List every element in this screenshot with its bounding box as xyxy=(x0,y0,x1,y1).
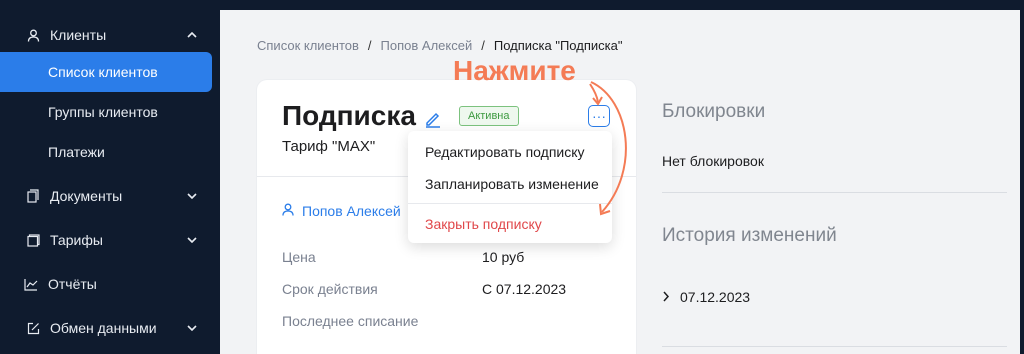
user-icon xyxy=(282,203,294,219)
no-blocks-text: Нет блокировок xyxy=(662,153,764,169)
more-actions-button[interactable]: ··· xyxy=(588,105,610,127)
sidebar-item-label: Клиенты xyxy=(50,27,107,43)
sidebar-item-data-exchange[interactable]: Обмен данными xyxy=(0,308,220,348)
chevron-down-icon xyxy=(186,190,198,202)
chevron-down-icon xyxy=(186,322,198,334)
blocks-title: Блокировки xyxy=(662,101,766,122)
page-title: Подписка xyxy=(282,100,416,131)
sidebar-item-reports[interactable]: Отчёты xyxy=(0,264,220,304)
sidebar-item-tariffs[interactable]: Тарифы xyxy=(0,220,220,260)
sidebar: Клиенты Список клиентов Группы клиентов … xyxy=(0,0,220,354)
history-title: История изменений xyxy=(662,225,837,246)
history-row[interactable]: 07.12.2023 xyxy=(662,289,750,305)
breadcrumb: Список клиентов / Попов Алексей / Подпис… xyxy=(257,38,622,53)
sidebar-subitem-client-groups[interactable]: Группы клиентов xyxy=(0,92,220,132)
field-label-last-charge: Последнее списание xyxy=(282,313,419,329)
sidebar-subitem-payments[interactable]: Платежи xyxy=(0,132,220,172)
edit-box-icon xyxy=(26,321,40,335)
client-link[interactable]: Попов Алексей xyxy=(282,203,401,219)
chevron-up-icon xyxy=(186,29,198,41)
top-bar xyxy=(220,0,1024,10)
breadcrumb-separator: / xyxy=(481,38,485,53)
breadcrumb-client-list[interactable]: Список клиентов xyxy=(257,38,359,53)
sidebar-item-clients[interactable]: Клиенты xyxy=(0,15,220,55)
field-value-validity: С 07.12.2023 xyxy=(482,281,567,297)
chevron-down-icon xyxy=(186,234,198,246)
sidebar-subitem-client-list[interactable]: Список клиентов xyxy=(0,52,212,92)
sidebar-item-label: Отчёты xyxy=(48,276,97,292)
divider xyxy=(662,192,1007,193)
menu-item-edit-subscription[interactable]: Редактировать подписку xyxy=(425,144,585,160)
field-label-validity: Срок действия xyxy=(282,281,378,297)
menu-item-close-subscription[interactable]: Закрыть подписку xyxy=(425,216,542,232)
document-icon xyxy=(26,189,40,203)
tariff-icon xyxy=(26,233,40,247)
actions-menu: Редактировать подписку Запланировать изм… xyxy=(408,131,612,243)
menu-item-schedule-change[interactable]: Запланировать изменение xyxy=(425,176,599,192)
status-badge: Активна xyxy=(459,106,519,126)
sidebar-item-label: Тарифы xyxy=(50,232,103,248)
breadcrumb-current: Подписка "Подписка" xyxy=(493,38,623,53)
right-edge-bar xyxy=(1020,10,1024,354)
field-value-price: 10 руб xyxy=(482,249,525,265)
breadcrumb-separator: / xyxy=(367,38,372,53)
menu-divider xyxy=(408,203,612,204)
sidebar-subitem-label: Группы клиентов xyxy=(48,104,158,120)
sidebar-item-documents[interactable]: Документы xyxy=(0,176,220,216)
plan-name: Тариф "MAX" xyxy=(282,138,376,155)
chevron-right-icon xyxy=(662,289,670,305)
sidebar-item-label: Обмен данными xyxy=(50,320,157,336)
annotation-text: Нажмите xyxy=(453,55,576,86)
sidebar-subitem-label: Платежи xyxy=(48,144,105,160)
client-link-label: Попов Алексей xyxy=(302,203,401,219)
user-icon xyxy=(26,28,40,42)
history-date: 07.12.2023 xyxy=(680,289,751,305)
breadcrumb-client[interactable]: Попов Алексей xyxy=(381,38,473,53)
edit-pencil-icon[interactable] xyxy=(424,110,442,128)
sidebar-subitem-label: Список клиентов xyxy=(48,64,158,80)
field-label-price: Цена xyxy=(282,249,316,265)
sidebar-item-label: Документы xyxy=(50,188,123,204)
divider xyxy=(662,346,1007,347)
chart-icon xyxy=(24,277,38,291)
